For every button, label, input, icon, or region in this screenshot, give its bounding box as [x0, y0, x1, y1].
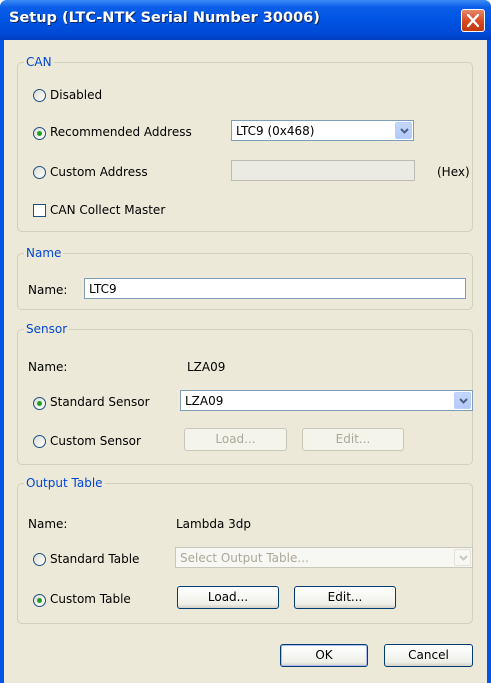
- standard-sensor-dropdown[interactable]: LZA09: [180, 390, 473, 411]
- custom-sensor-label[interactable]: Custom Sensor: [50, 434, 141, 448]
- standard-table-radio[interactable]: [33, 553, 46, 566]
- sensor-edit-button[interactable]: Edit...: [302, 428, 404, 451]
- recommended-address-dropdown[interactable]: LTC9 (0x468): [231, 120, 414, 141]
- standard-sensor-radio[interactable]: [33, 397, 46, 410]
- output-table-name-label: Name:: [28, 517, 68, 531]
- standard-table-placeholder: Select Output Table...: [180, 551, 309, 565]
- standard-sensor-value: LZA09: [185, 394, 224, 408]
- can-collect-master-label[interactable]: CAN Collect Master: [50, 203, 165, 217]
- custom-address-input[interactable]: [231, 160, 415, 181]
- table-edit-button[interactable]: Edit...: [294, 586, 396, 609]
- standard-table-dropdown[interactable]: Select Output Table...: [175, 547, 473, 568]
- custom-sensor-radio[interactable]: [33, 435, 46, 448]
- custom-table-label[interactable]: Custom Table: [50, 592, 131, 606]
- standard-sensor-label[interactable]: Standard Sensor: [50, 395, 150, 409]
- dropdown-button[interactable]: [454, 549, 471, 566]
- name-label: Name:: [28, 283, 68, 297]
- can-custom-label[interactable]: Custom Address: [50, 165, 148, 179]
- name-legend: Name: [26, 246, 62, 260]
- sensor-legend: Sensor: [26, 322, 68, 336]
- chevron-down-icon: [400, 128, 409, 134]
- sensor-name-value: LZA09: [187, 360, 226, 374]
- can-disabled-radio[interactable]: [33, 89, 46, 102]
- sensor-name-label: Name:: [28, 360, 68, 374]
- standard-table-label[interactable]: Standard Table: [50, 552, 139, 566]
- dialog-client-area: CAN Disabled Recommended Address LTC9 (0…: [4, 40, 487, 683]
- cancel-button[interactable]: Cancel: [384, 644, 473, 667]
- chevron-down-icon: [459, 398, 468, 404]
- window-title: Setup (LTC-NTK Serial Number 30006): [9, 10, 320, 26]
- custom-table-radio[interactable]: [33, 594, 46, 607]
- title-bar[interactable]: Setup (LTC-NTK Serial Number 30006): [0, 0, 491, 40]
- can-recommended-radio[interactable]: [33, 127, 46, 140]
- setup-dialog: Setup (LTC-NTK Serial Number 30006) CAN …: [0, 0, 491, 683]
- close-button[interactable]: [461, 9, 485, 32]
- close-icon: [467, 14, 479, 27]
- ok-button[interactable]: OK: [280, 644, 368, 667]
- output-table-legend: Output Table: [26, 476, 103, 490]
- can-collect-master-checkbox[interactable]: [33, 204, 46, 217]
- can-disabled-label[interactable]: Disabled: [50, 88, 102, 102]
- can-custom-radio[interactable]: [33, 166, 46, 179]
- output-table-name-value: Lambda 3dp: [176, 517, 251, 531]
- dropdown-button[interactable]: [395, 122, 412, 139]
- name-input-value: LTC9: [89, 282, 117, 296]
- hex-label: (Hex): [437, 165, 470, 179]
- can-recommended-label[interactable]: Recommended Address: [50, 125, 192, 139]
- sensor-load-button[interactable]: Load...: [184, 428, 287, 451]
- table-load-button[interactable]: Load...: [177, 586, 279, 609]
- name-input[interactable]: LTC9: [84, 278, 466, 299]
- dropdown-button[interactable]: [454, 392, 471, 409]
- chevron-down-icon: [459, 555, 468, 561]
- recommended-address-value: LTC9 (0x468): [236, 124, 315, 138]
- can-legend: CAN: [26, 55, 52, 69]
